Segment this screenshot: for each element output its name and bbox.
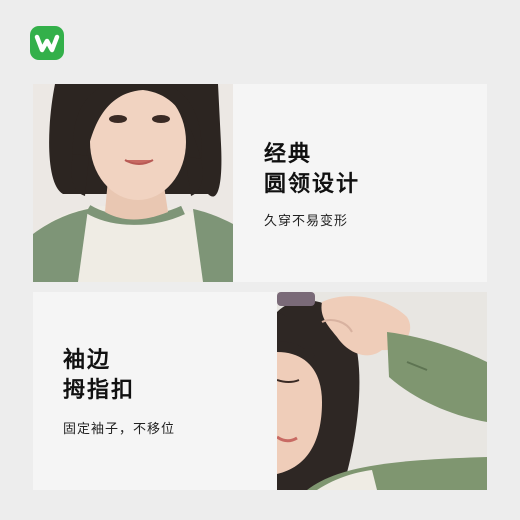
logo-glyph [34,34,60,53]
feature-card-thumb-cuff: 袖边 拇指扣 固定袖子，不移位 [33,292,487,490]
feature-card-neckline: 经典 圆领设计 久穿不易变形 [33,84,487,282]
brand-logo-icon [30,26,64,60]
title-line-2: 拇指扣 [63,378,136,403]
card-subtitle-thumb-cuff: 固定袖子，不移位 [63,422,176,437]
title-line-1: 袖边 [63,348,112,373]
card-subtitle-neckline: 久穿不易变形 [264,214,349,229]
card-title-neckline: 经典 圆领设计 [264,140,360,200]
title-line-2: 圆领设计 [264,172,361,197]
model-portrait-photo [33,84,233,282]
title-line-1: 经典 [264,142,313,167]
card-title-thumb-cuff: 袖边 拇指扣 [63,346,135,406]
model-sleeve-photo [277,292,487,490]
